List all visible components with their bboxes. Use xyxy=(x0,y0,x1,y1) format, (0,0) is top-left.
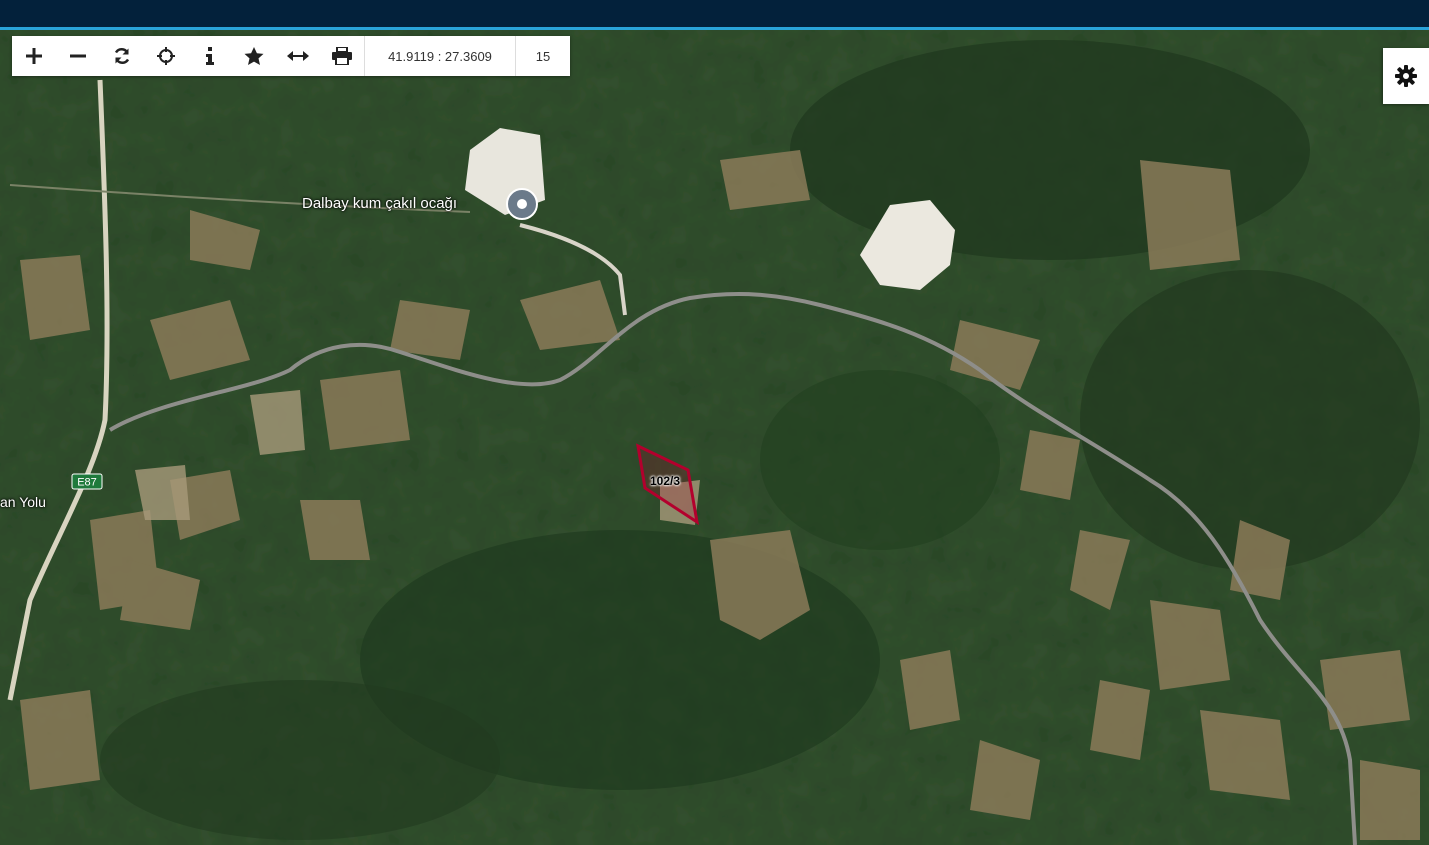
minus-icon xyxy=(70,54,86,58)
parcel-label[interactable]: 102/3 xyxy=(650,474,680,488)
info-button[interactable] xyxy=(188,36,232,76)
settings-button[interactable] xyxy=(1383,48,1429,104)
zoom-level-display: 15 xyxy=(515,36,570,76)
print-icon xyxy=(332,47,352,65)
locate-button[interactable] xyxy=(144,36,188,76)
crosshair-icon xyxy=(157,47,175,65)
road-name-label: an Yolu xyxy=(0,494,46,510)
arrows-horizontal-icon xyxy=(287,51,309,61)
terrain xyxy=(0,30,1429,845)
map-toolbar: 41.9119 : 27.3609 15 xyxy=(12,36,570,76)
road-shield-e87: E87 xyxy=(71,473,103,490)
favorite-button[interactable] xyxy=(232,36,276,76)
refresh-button[interactable] xyxy=(100,36,144,76)
top-header-bar xyxy=(0,0,1429,30)
refresh-icon xyxy=(114,48,130,64)
measure-button[interactable] xyxy=(276,36,320,76)
zoom-in-button[interactable] xyxy=(12,36,56,76)
place-label[interactable]: Dalbay kum çakıl ocağı xyxy=(302,195,457,212)
svg-text:E87: E87 xyxy=(77,477,97,489)
zoom-out-button[interactable] xyxy=(56,36,100,76)
satellite-map[interactable]: E87 xyxy=(0,30,1429,845)
coordinates-display: 41.9119 : 27.3609 xyxy=(364,36,515,76)
info-icon xyxy=(206,47,214,65)
gear-icon xyxy=(1395,65,1417,87)
plus-icon xyxy=(26,48,42,64)
location-pin-icon[interactable] xyxy=(506,188,538,220)
star-icon xyxy=(244,46,264,65)
print-button[interactable] xyxy=(320,36,364,76)
